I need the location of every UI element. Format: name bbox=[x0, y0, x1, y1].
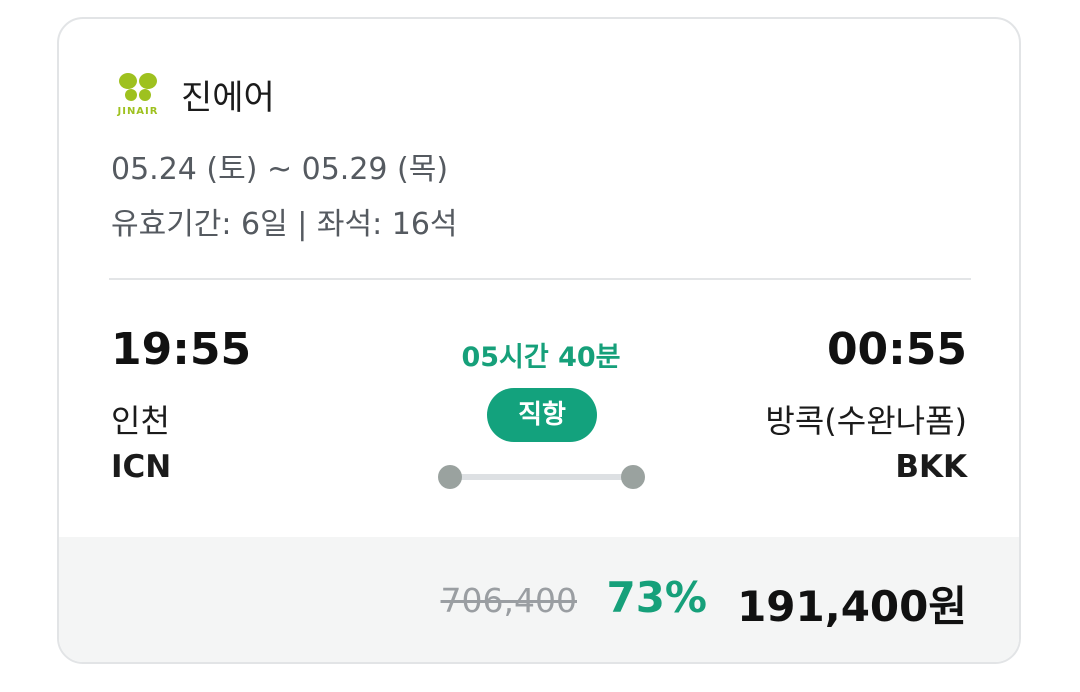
flight-deal-card[interactable]: JINAIR 진에어 05.24 (토) ~ 05.29 (목) 유효기간: 6… bbox=[57, 17, 1021, 664]
travel-dates: 05.24 (토) ~ 05.29 (목) bbox=[111, 152, 449, 187]
discount-rate: 73% bbox=[606, 573, 707, 622]
route-end-dot bbox=[621, 465, 645, 489]
validity-seats: 유효기간: 6일 | 좌석: 16석 bbox=[111, 207, 458, 242]
logo-wordmark: JINAIR bbox=[117, 106, 159, 117]
departure-city: 인천 bbox=[111, 402, 170, 440]
arrival-code: BKK bbox=[895, 449, 967, 485]
airline-name: 진에어 bbox=[181, 77, 275, 118]
arrival-time: 00:55 bbox=[826, 324, 967, 375]
airline-logo: JINAIR bbox=[109, 71, 167, 117]
route-start-dot bbox=[438, 465, 462, 489]
departure-code: ICN bbox=[111, 449, 172, 485]
original-price: 706,400 bbox=[440, 581, 577, 620]
direct-flight-badge: 직항 bbox=[487, 388, 597, 442]
departure-time: 19:55 bbox=[111, 324, 252, 375]
divider bbox=[109, 278, 971, 280]
butterfly-icon bbox=[119, 73, 157, 101]
arrival-city: 방콕(수완나폼) bbox=[765, 402, 967, 440]
flight-duration: 05시간 40분 bbox=[461, 342, 621, 373]
route-line bbox=[449, 474, 633, 480]
airline-row: JINAIR 진에어 bbox=[109, 71, 275, 118]
final-price: 191,400원 bbox=[737, 582, 967, 631]
